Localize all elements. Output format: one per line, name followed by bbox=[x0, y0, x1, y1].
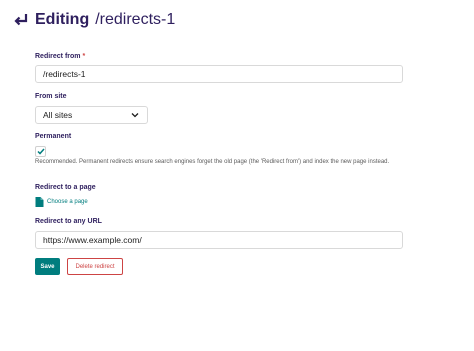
redirect-from-input[interactable]: /redirects-1 bbox=[35, 65, 403, 83]
choose-page-button[interactable]: Choose a page bbox=[35, 197, 88, 207]
redirect-to-url-input[interactable]: https://www.example.com/ bbox=[35, 231, 403, 249]
delete-redirect-button[interactable]: Delete redirect bbox=[67, 258, 123, 275]
back-arrow-icon[interactable] bbox=[13, 12, 29, 28]
choose-page-label: Choose a page bbox=[47, 199, 88, 205]
page-title-subject: /redirects-1 bbox=[95, 11, 176, 28]
required-mark: * bbox=[82, 53, 86, 60]
from-site-selected: All sites bbox=[43, 110, 73, 120]
redirect-from-label: Redirect from * bbox=[35, 53, 85, 60]
redirect-to-url-label: Redirect to any URL bbox=[35, 218, 102, 225]
permanent-help-text: Recommended. Permanent redirects ensure … bbox=[35, 159, 390, 165]
permanent-label: Permanent bbox=[35, 133, 72, 140]
page-header: Editing /redirects-1 bbox=[13, 8, 175, 32]
redirect-from-label-text: Redirect from bbox=[35, 53, 81, 60]
chevron-down-icon bbox=[131, 113, 139, 118]
from-site-select[interactable]: All sites bbox=[35, 106, 148, 124]
document-icon bbox=[35, 197, 44, 207]
save-button[interactable]: Save bbox=[35, 258, 60, 275]
from-site-label: From site bbox=[35, 93, 67, 100]
checkmark-icon bbox=[36, 148, 45, 155]
redirect-to-page-label: Redirect to a page bbox=[35, 184, 96, 191]
page-title-action: Editing bbox=[35, 11, 90, 28]
permanent-checkbox[interactable] bbox=[35, 146, 46, 157]
